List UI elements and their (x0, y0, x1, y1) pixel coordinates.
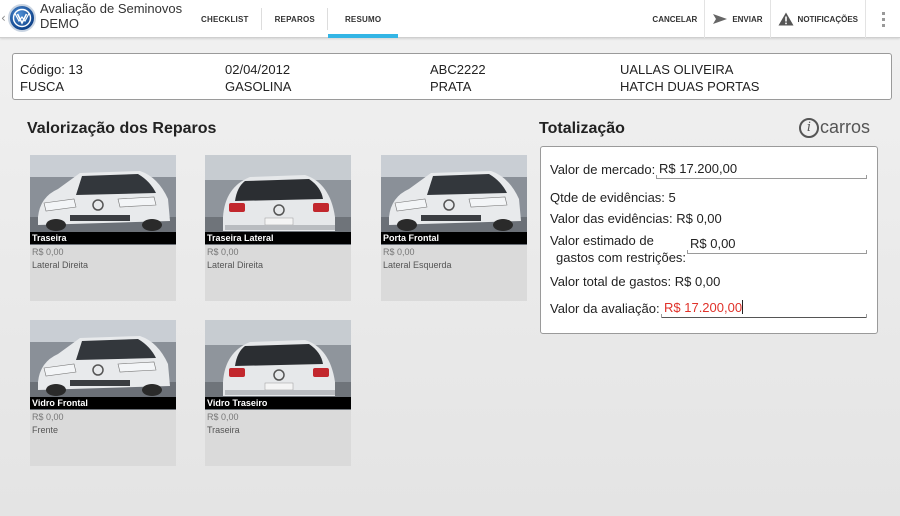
notifications-button[interactable]: NOTIFICAÇÕES (771, 0, 866, 38)
vehicle-model: FUSCA (20, 79, 65, 94)
vehicle-plate: ABC2222 (430, 62, 486, 77)
repair-price: R$ 0,00 (383, 247, 415, 257)
action-buttons: CANCELAR ENVIAR NOTIFICAÇÕES (645, 0, 900, 38)
repair-card[interactable]: Vidro Traseiro R$ 0,00 Traseira (205, 320, 351, 466)
icarros-i-icon: i (799, 117, 819, 138)
vehicle-owner: UALLAS OLIVEIRA (620, 62, 734, 77)
tab-bar: CHECKLIST REPAROS RESUMO (188, 0, 399, 38)
market-value-label: Valor de mercado: (550, 162, 656, 177)
repair-card[interactable]: Traseira Lateral R$ 0,00 Lateral Direita (205, 155, 351, 301)
up-caret-icon[interactable]: ‹ (1, 11, 6, 25)
notifications-label: NOTIFICAÇÕES (797, 14, 858, 24)
total-costs: Valor total de gastos: R$ 0,00 (550, 274, 721, 289)
cancel-button[interactable]: CANCELAR (645, 0, 706, 38)
market-value-field[interactable]: R$ 17.200,00 (656, 161, 867, 179)
totals-panel: Valor de mercado: R$ 17.200,00 Qtde de e… (540, 146, 878, 334)
repair-price: R$ 0,00 (207, 412, 239, 422)
estimated-cost-field[interactable]: R$ 0,00 (687, 236, 867, 254)
vehicle-fuel: GASOLINA (225, 79, 292, 94)
vw-logo-icon[interactable] (8, 4, 36, 32)
text-cursor (742, 300, 744, 314)
warning-icon (778, 12, 794, 26)
app-title: Avaliação de Seminovos DEMO (40, 1, 182, 31)
appraisal-value-label: Valor da avaliação: (550, 301, 660, 316)
repair-card[interactable]: Vidro Frontal R$ 0,00 Frente (30, 320, 176, 466)
send-icon (712, 13, 728, 25)
app-title-line1: Avaliação de Seminovos (40, 1, 183, 16)
repair-name: Vidro Traseiro (205, 397, 351, 409)
icarros-wordmark: carros (820, 117, 871, 137)
repair-price: R$ 0,00 (32, 412, 64, 422)
repair-card[interactable]: Traseira R$ 0,00 Lateral Direita (30, 155, 176, 301)
evidence-value: Valor das evidências: R$ 0,00 (550, 211, 722, 226)
estimated-cost-label-2: gastos com restrições: (556, 250, 687, 265)
cancel-label: CANCELAR (652, 14, 698, 24)
app-title-line2: DEMO (40, 16, 79, 31)
action-bar: ‹ Avaliação de Seminovos DEMO CHECKLIST … (0, 0, 900, 38)
repair-name: Traseira (30, 232, 176, 244)
repair-location: Frente (32, 425, 59, 435)
repair-name: Porta Frontal (381, 232, 527, 244)
send-label: ENVIAR (732, 14, 763, 24)
icarros-logo: i carros (799, 117, 870, 138)
estimated-cost-label-1: Valor estimado de (550, 233, 654, 248)
repair-price: R$ 0,00 (32, 247, 64, 257)
vehicle-body: HATCH DUAS PORTAS (620, 79, 760, 94)
send-button[interactable]: ENVIAR (705, 0, 771, 38)
totals-title: Totalização (539, 120, 625, 137)
vehicle-color: PRATA (430, 79, 472, 94)
repair-location: Lateral Direita (207, 260, 264, 270)
tab-checklist[interactable]: CHECKLIST (188, 0, 262, 38)
tab-reparos[interactable]: REPAROS (262, 0, 329, 38)
repair-card[interactable]: Porta Frontal R$ 0,00 Lateral Esquerda (381, 155, 527, 301)
repair-location: Lateral Esquerda (383, 260, 452, 270)
appraisal-value-text: R$ 17.200,00 (664, 300, 743, 315)
vehicle-date: 02/04/2012 (225, 62, 291, 77)
repair-name: Traseira Lateral (205, 232, 351, 244)
evidence-count: Qtde de evidências: 5 (550, 190, 676, 205)
repair-name: Vidro Frontal (30, 397, 176, 409)
repair-location: Lateral Direita (32, 260, 89, 270)
repairs-title: Valorização dos Reparos (27, 120, 217, 137)
overflow-menu-icon[interactable] (866, 0, 900, 38)
tab-resumo[interactable]: RESUMO (327, 0, 399, 38)
vehicle-code: Código: 13 (20, 62, 83, 77)
appraisal-value-field[interactable]: R$ 17.200,00 (661, 300, 867, 318)
vehicle-info-panel: Código: 13 02/04/2012 ABC2222 UALLAS OLI… (12, 53, 892, 100)
repair-location: Traseira (207, 425, 240, 435)
repair-price: R$ 0,00 (207, 247, 239, 257)
